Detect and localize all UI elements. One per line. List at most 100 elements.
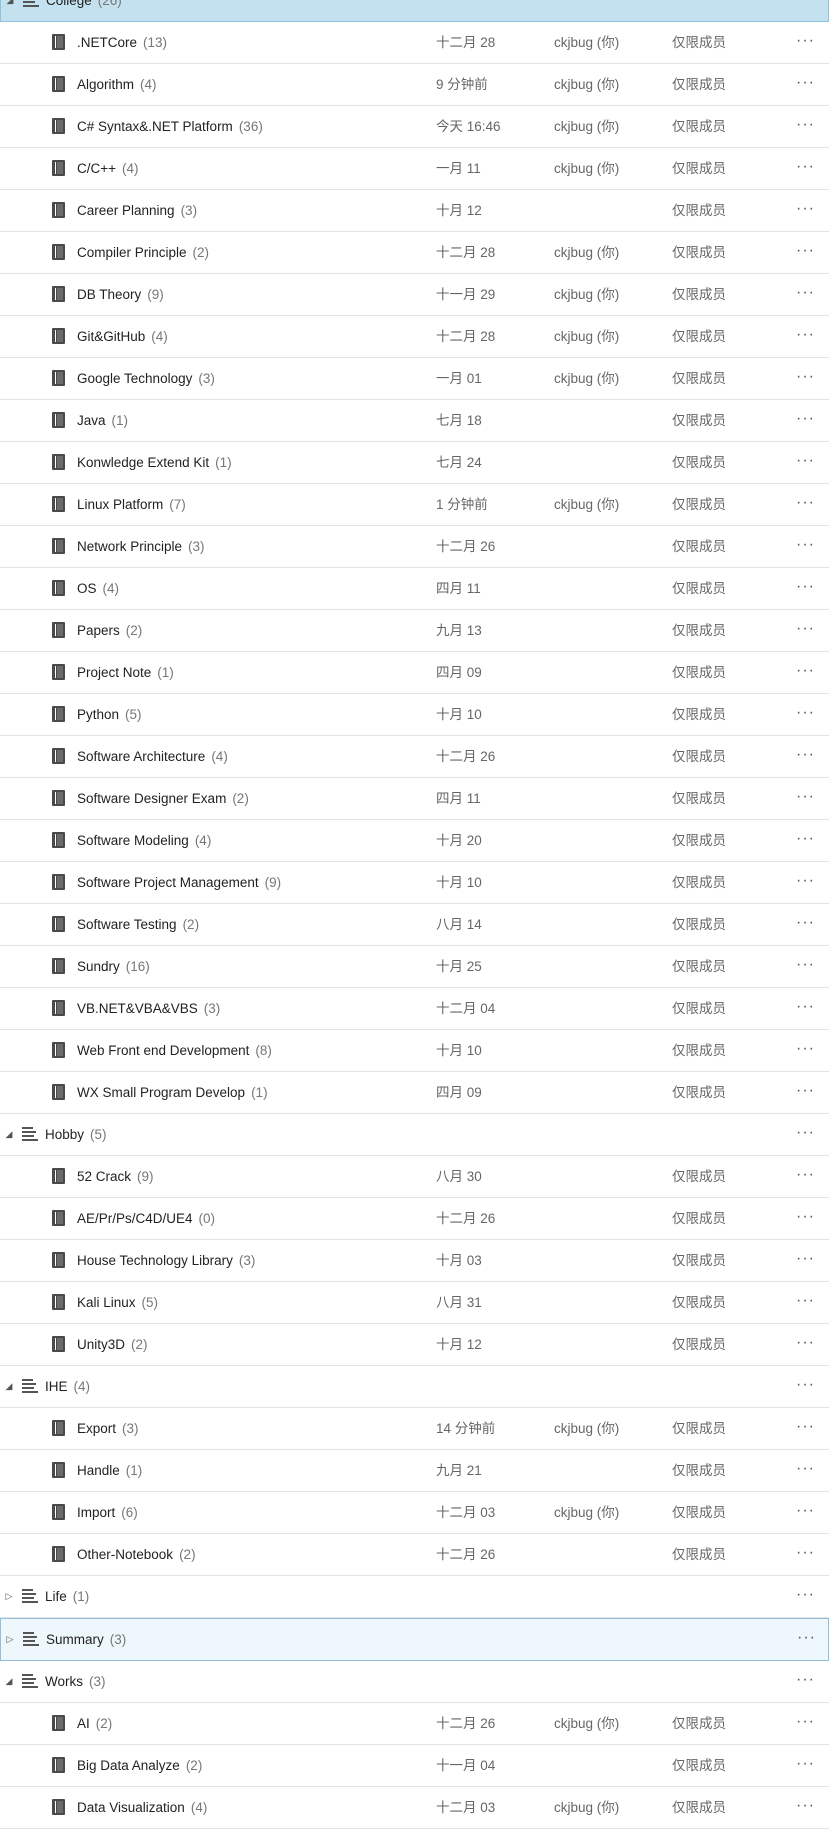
more-options-icon[interactable]: ··· (796, 274, 815, 315)
stack-row[interactable]: ▷ Life (1) ··· (0, 1576, 829, 1618)
more-options-icon[interactable]: ··· (796, 1576, 815, 1617)
more-options-icon[interactable]: ··· (796, 1450, 815, 1491)
notebook-row[interactable]: Network Principle (3) 十二月 26 仅限成员 ··· (0, 526, 829, 568)
more-options-icon[interactable]: ··· (796, 526, 815, 567)
more-options-icon[interactable]: ··· (796, 22, 815, 63)
more-options-icon[interactable]: ··· (797, 1619, 816, 1660)
stack-row[interactable]: ◢ IHE (4) ··· (0, 1366, 829, 1408)
more-options-icon[interactable]: ··· (796, 1198, 815, 1239)
more-options-icon[interactable]: ··· (796, 1408, 815, 1449)
more-options-icon[interactable]: ··· (796, 778, 815, 819)
more-options-icon[interactable]: ··· (796, 64, 815, 105)
more-options-icon[interactable]: ··· (796, 946, 815, 987)
collapse-triangle-icon[interactable]: ◢ (4, 1661, 14, 1702)
notebook-row[interactable]: Python (5) 十月 10 仅限成员 ··· (0, 694, 829, 736)
more-options-icon[interactable]: ··· (796, 820, 815, 861)
notebook-row[interactable]: Software Architecture (4) 十二月 26 仅限成员 ··· (0, 736, 829, 778)
notebook-row[interactable]: AI (2) 十二月 26 ckjbug (你) 仅限成员 ··· (0, 1703, 829, 1745)
more-options-icon[interactable]: ··· (796, 1324, 815, 1365)
more-options-icon[interactable]: ··· (796, 988, 815, 1029)
notebook-row[interactable]: 52 Crack (9) 八月 30 仅限成员 ··· (0, 1156, 829, 1198)
notebook-row[interactable]: VB.NET&VBA&VBS (3) 十二月 04 仅限成员 ··· (0, 988, 829, 1030)
collapse-triangle-icon[interactable]: ◢ (5, 0, 15, 21)
notebook-row[interactable]: Import (6) 十二月 03 ckjbug (你) 仅限成员 ··· (0, 1492, 829, 1534)
more-options-icon[interactable]: ··· (796, 652, 815, 693)
notebook-name-label: Kali Linux (77, 1295, 136, 1310)
more-options-icon[interactable]: ··· (796, 1745, 815, 1786)
more-options-icon[interactable]: ··· (796, 442, 815, 483)
more-options-icon[interactable]: ··· (796, 1787, 815, 1828)
notebook-row[interactable]: Java (1) 七月 18 仅限成员 ··· (0, 400, 829, 442)
expand-triangle-icon[interactable]: ▷ (4, 1576, 14, 1617)
notebook-row[interactable]: C# Syntax&.NET Platform (36) 今天 16:46 ckjbu… (0, 106, 829, 148)
notebook-row[interactable]: Career Planning (3) 十月 12 仅限成员 ··· (0, 190, 829, 232)
notebook-row[interactable]: Kali Linux (5) 八月 31 仅限成员 ··· (0, 1282, 829, 1324)
expand-triangle-icon[interactable]: ▷ (5, 1619, 15, 1660)
more-options-icon[interactable]: ··· (796, 1030, 815, 1071)
notebook-row[interactable]: Software Modeling (4) 十月 20 仅限成员 ··· (0, 820, 829, 862)
notebook-row[interactable]: OS (4) 四月 11 仅限成员 ··· (0, 568, 829, 610)
access-label: 仅限成员 (672, 749, 726, 764)
more-options-icon[interactable]: ··· (796, 484, 815, 525)
stack-name-label: Hobby (45, 1127, 85, 1142)
notebook-row[interactable]: Git&GitHub (4) 十二月 28 ckjbug (你) 仅限成员 ··· (0, 316, 829, 358)
more-options-icon[interactable]: ··· (796, 1366, 815, 1407)
more-options-icon[interactable]: ··· (796, 610, 815, 651)
notebook-row[interactable]: WX Small Program Develop (1) 四月 09 仅限成员 ··· (0, 1072, 829, 1114)
more-options-icon[interactable]: ··· (796, 694, 815, 735)
more-options-icon[interactable]: ··· (796, 106, 815, 147)
more-options-icon[interactable]: ··· (797, 0, 816, 21)
notebook-row[interactable]: Project Note (1) 四月 09 仅限成员 ··· (0, 652, 829, 694)
more-options-icon[interactable]: ··· (796, 1282, 815, 1323)
notebook-row[interactable]: Algorithm (4) 9 分钟前 ckjbug (你) 仅限成员 ··· (0, 64, 829, 106)
notebook-name-label: AE/Pr/Ps/C4D/UE4 (77, 1211, 193, 1226)
more-options-icon[interactable]: ··· (796, 1661, 815, 1702)
more-options-icon[interactable]: ··· (796, 400, 815, 441)
notebook-icon (52, 1252, 65, 1268)
more-options-icon[interactable]: ··· (796, 568, 815, 609)
notebook-row[interactable]: Big Data Analyze (2) 十一月 04 仅限成员 ··· (0, 1745, 829, 1787)
notebook-row[interactable]: House Technology Library (3) 十月 03 仅限成员 ··· (0, 1240, 829, 1282)
notebook-row[interactable]: Unity3D (2) 十月 12 仅限成员 ··· (0, 1324, 829, 1366)
notebook-row[interactable]: Software Project Management (9) 十月 10 仅限成员 ·… (0, 862, 829, 904)
more-options-icon[interactable]: ··· (796, 316, 815, 357)
notebook-row[interactable]: Papers (2) 九月 13 仅限成员 ··· (0, 610, 829, 652)
more-options-icon[interactable]: ··· (796, 232, 815, 273)
more-options-icon[interactable]: ··· (796, 904, 815, 945)
notebook-row[interactable]: C/C++ (4) 一月 11 ckjbug (你) 仅限成员 ··· (0, 148, 829, 190)
notebook-row[interactable]: Konwledge Extend Kit (1) 七月 24 仅限成员 ··· (0, 442, 829, 484)
more-options-icon[interactable]: ··· (796, 1156, 815, 1197)
more-options-icon[interactable]: ··· (796, 1240, 815, 1281)
stack-row[interactable]: ◢ Works (3) ··· (0, 1661, 829, 1703)
collapse-triangle-icon[interactable]: ◢ (4, 1114, 14, 1155)
notebook-row[interactable]: Handle (1) 九月 21 仅限成员 ··· (0, 1450, 829, 1492)
access-label: 仅限成员 (672, 959, 726, 974)
more-options-icon[interactable]: ··· (796, 1703, 815, 1744)
more-options-icon[interactable]: ··· (796, 148, 815, 189)
notebook-row[interactable]: Other-Notebook (2) 十二月 26 仅限成员 ··· (0, 1534, 829, 1576)
stack-row[interactable]: ◢ Hobby (5) ··· (0, 1114, 829, 1156)
collapse-triangle-icon[interactable]: ◢ (4, 1366, 14, 1407)
notebook-row[interactable]: Web Front end Development (8) 十月 10 仅限成员 ··· (0, 1030, 829, 1072)
notebook-row[interactable]: Software Testing (2) 八月 14 仅限成员 ··· (0, 904, 829, 946)
stack-row[interactable]: ▷ Summary (3) ··· (0, 1618, 829, 1661)
more-options-icon[interactable]: ··· (796, 1072, 815, 1113)
notebook-row[interactable]: Linux Platform (7) 1 分钟前 ckjbug (你) 仅限成员 ··· (0, 484, 829, 526)
more-options-icon[interactable]: ··· (796, 736, 815, 777)
more-options-icon[interactable]: ··· (796, 1492, 815, 1533)
notebook-row[interactable]: Google Technology (3) 一月 01 ckjbug (你) 仅限成员 ·… (0, 358, 829, 400)
more-options-icon[interactable]: ··· (796, 358, 815, 399)
more-options-icon[interactable]: ··· (796, 190, 815, 231)
notebook-row[interactable]: Data Visualization (4) 十二月 03 ckjbug (你) 仅限成… (0, 1787, 829, 1829)
more-options-icon[interactable]: ··· (796, 1114, 815, 1155)
notebook-row[interactable]: Compiler Principle (2) 十二月 28 ckjbug (你) 仅限成… (0, 232, 829, 274)
notebook-row[interactable]: .NETCore (13) 十二月 28 ckjbug (你) 仅限成员 ··· (0, 22, 829, 64)
notebook-row[interactable]: AE/Pr/Ps/C4D/UE4 (0) 十二月 26 仅限成员 ··· (0, 1198, 829, 1240)
more-options-icon[interactable]: ··· (796, 1534, 815, 1575)
notebook-row[interactable]: Sundry (16) 十月 25 仅限成员 ··· (0, 946, 829, 988)
notebook-row[interactable]: Export (3) 14 分钟前 ckjbug (你) 仅限成员 ··· (0, 1408, 829, 1450)
more-options-icon[interactable]: ··· (796, 862, 815, 903)
stack-row[interactable]: ◢ College (26) ··· (0, 0, 829, 22)
notebook-row[interactable]: Software Designer Exam (2) 四月 11 仅限成员 ··· (0, 778, 829, 820)
notebook-row[interactable]: DB Theory (9) 十一月 29 ckjbug (你) 仅限成员 ··· (0, 274, 829, 316)
